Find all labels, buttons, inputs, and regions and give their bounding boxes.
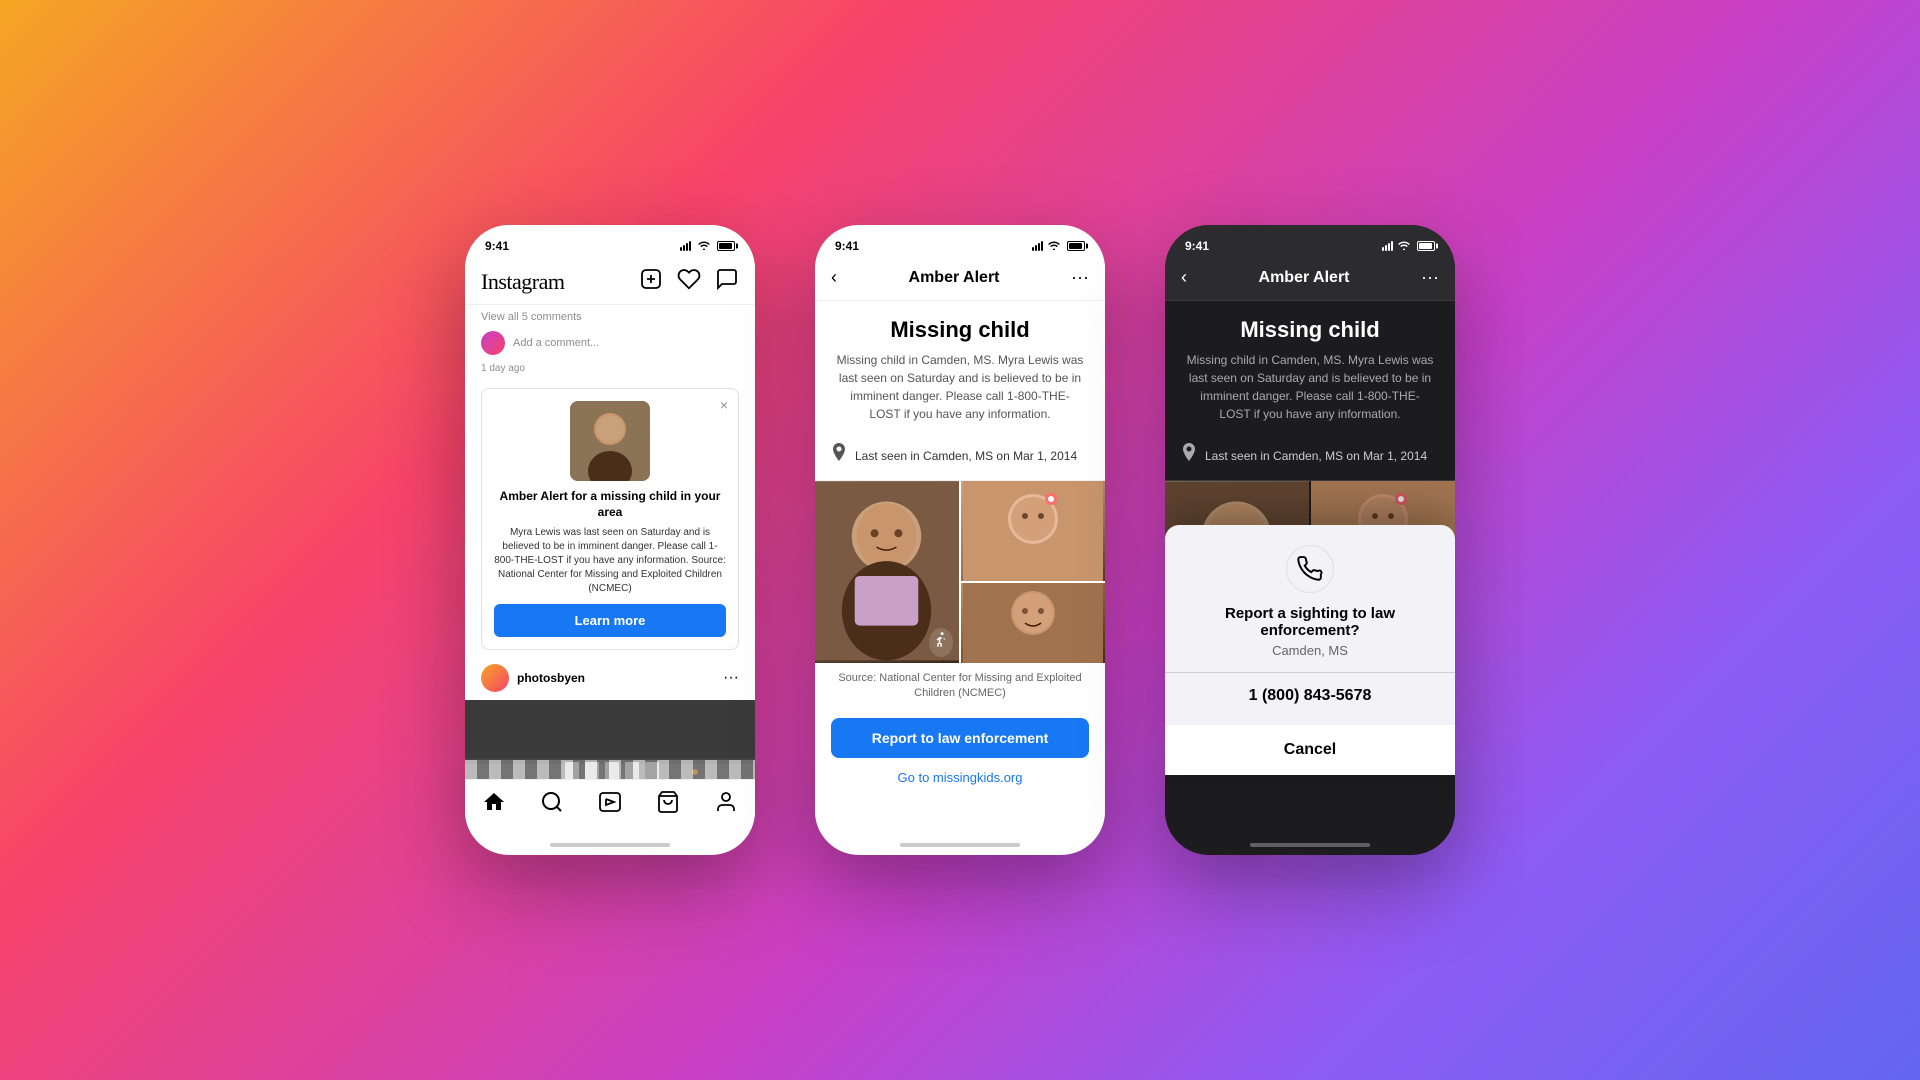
nav-bar — [465, 779, 755, 835]
wifi-icon-phone2 — [1047, 239, 1061, 253]
dark-amber-header: ‹ Amber Alert ··· — [1165, 259, 1455, 301]
nav-home-icon[interactable] — [482, 790, 506, 819]
status-time-phone1: 9:41 — [485, 239, 509, 253]
battery-icon-phone2 — [1067, 241, 1085, 251]
location-row: Last seen in Camden, MS on Mar 1, 2014 — [815, 435, 1105, 481]
report-to-law-enforcement-button[interactable]: Report to law enforcement — [831, 718, 1089, 758]
photo-grid — [815, 481, 1105, 663]
status-time-phone2: 9:41 — [835, 239, 859, 253]
phone-call-icon — [1286, 545, 1334, 593]
feed-content: View all 5 comments Add a comment... 1 d… — [465, 305, 755, 779]
missing-description: Missing child in Camden, MS. Myra Lewis … — [815, 351, 1105, 435]
view-comments-link[interactable]: View all 5 comments — [465, 305, 755, 325]
signal-bars-phone1 — [680, 241, 691, 251]
post-header: photosbyen ··· — [465, 656, 755, 700]
child-photo-top-right — [961, 481, 1105, 581]
post-timestamp: 1 day ago — [465, 361, 755, 382]
phone-3-dark-dialog: 9:41 ‹ Amber Alert ··· Missing child Mis… — [1165, 225, 1455, 855]
missing-child-title: Missing child — [815, 301, 1105, 351]
phone-2-amber-detail: 9:41 ‹ Amber Alert ··· Missing child Mis… — [815, 225, 1105, 855]
dialog-phone-number[interactable]: 1 (800) 843-5678 — [1165, 672, 1455, 719]
learn-more-button[interactable]: Learn more — [494, 604, 726, 637]
back-arrow-icon[interactable]: ‹ — [831, 267, 837, 288]
status-time-phone3: 9:41 — [1185, 239, 1209, 253]
location-pin-icon-dark — [1181, 443, 1197, 468]
status-icons-phone1 — [680, 240, 735, 253]
dialog-subtitle: Camden, MS — [1181, 643, 1439, 658]
wifi-icon-phone3 — [1397, 239, 1411, 253]
home-indicator-phone1 — [465, 835, 755, 855]
nav-reels-icon[interactable] — [598, 790, 622, 819]
status-bar-phone3: 9:41 — [1165, 225, 1455, 259]
add-icon[interactable] — [639, 267, 663, 296]
heart-icon[interactable] — [677, 267, 701, 296]
nav-search-icon[interactable] — [540, 790, 564, 819]
battery-icon-phone1 — [717, 241, 735, 251]
child-main-photo — [815, 481, 959, 663]
status-bar-phone1: 9:41 — [465, 225, 755, 259]
walking-icon-overlay — [929, 628, 953, 657]
child-photo-bottom-right — [961, 583, 1105, 663]
source-text: Source: National Center for Missing and … — [815, 663, 1105, 710]
comment-placeholder-text[interactable]: Add a comment... — [513, 337, 599, 349]
missing-child-title-dark: Missing child — [1165, 301, 1455, 351]
post-options-icon[interactable]: ··· — [723, 669, 739, 687]
location-row-dark: Last seen in Camden, MS on Mar 1, 2014 — [1165, 435, 1455, 481]
home-indicator-phone2 — [815, 835, 1105, 855]
messenger-icon[interactable] — [715, 267, 739, 296]
instagram-logo: Instagram — [481, 269, 564, 295]
battery-icon-phone3 — [1417, 241, 1435, 251]
comment-input-row: Add a comment... — [465, 325, 755, 361]
location-text-dark: Last seen in Camden, MS on Mar 1, 2014 — [1205, 449, 1427, 463]
child-photo-card — [570, 401, 650, 481]
crosswalk-overlay — [465, 760, 755, 779]
instagram-header: Instagram — [465, 259, 755, 305]
more-options-icon[interactable]: ··· — [1071, 267, 1089, 288]
location-pin-icon — [831, 443, 847, 468]
dialog-title: Report a sighting to law enforcement? — [1181, 605, 1439, 639]
location-text: Last seen in Camden, MS on Mar 1, 2014 — [855, 449, 1077, 463]
back-arrow-icon-dark[interactable]: ‹ — [1181, 267, 1187, 288]
go-to-missingkids-link[interactable]: Go to missingkids.org — [815, 766, 1105, 789]
nav-profile-icon[interactable] — [714, 790, 738, 819]
close-icon[interactable]: × — [720, 397, 728, 413]
signal-bars-phone2 — [1032, 241, 1043, 251]
signal-bars-phone3 — [1382, 241, 1393, 251]
instagram-header-icons — [639, 267, 739, 296]
status-bar-phone2: 9:41 — [815, 225, 1105, 259]
wifi-icon-phone1 — [697, 240, 711, 253]
amber-alert-card-title: Amber Alert for a missing child in your … — [494, 489, 726, 520]
amber-header-title: Amber Alert — [909, 269, 1000, 287]
missing-description-dark: Missing child in Camden, MS. Myra Lewis … — [1165, 351, 1455, 435]
amber-header-title-dark: Amber Alert — [1259, 269, 1350, 287]
amber-detail-header: ‹ Amber Alert ··· — [815, 259, 1105, 301]
phone-1-instagram-feed: 9:41 Instagram View all 5 comm — [465, 225, 755, 855]
status-icons-phone2 — [1032, 239, 1085, 253]
status-icons-phone3 — [1382, 239, 1435, 253]
nav-shop-icon[interactable] — [656, 790, 680, 819]
amber-detail-content-dark: Missing child Missing child in Camden, M… — [1165, 301, 1455, 835]
amber-alert-card: × Amber Alert for a missing child in you… — [481, 388, 739, 650]
home-indicator-phone3 — [1165, 835, 1455, 855]
report-sighting-dialog: Report a sighting to law enforcement? Ca… — [1165, 525, 1455, 775]
amber-detail-content: Missing child Missing child in Camden, M… — [815, 301, 1105, 835]
post-user: photosbyen — [481, 664, 585, 692]
post-image — [465, 700, 755, 779]
cancel-button[interactable]: Cancel — [1165, 719, 1455, 775]
user-avatar-small — [481, 331, 505, 355]
post-avatar — [481, 664, 509, 692]
more-options-icon-dark[interactable]: ··· — [1421, 267, 1439, 288]
amber-alert-card-description: Myra Lewis was last seen on Saturday and… — [494, 526, 726, 596]
post-username[interactable]: photosbyen — [517, 671, 585, 685]
